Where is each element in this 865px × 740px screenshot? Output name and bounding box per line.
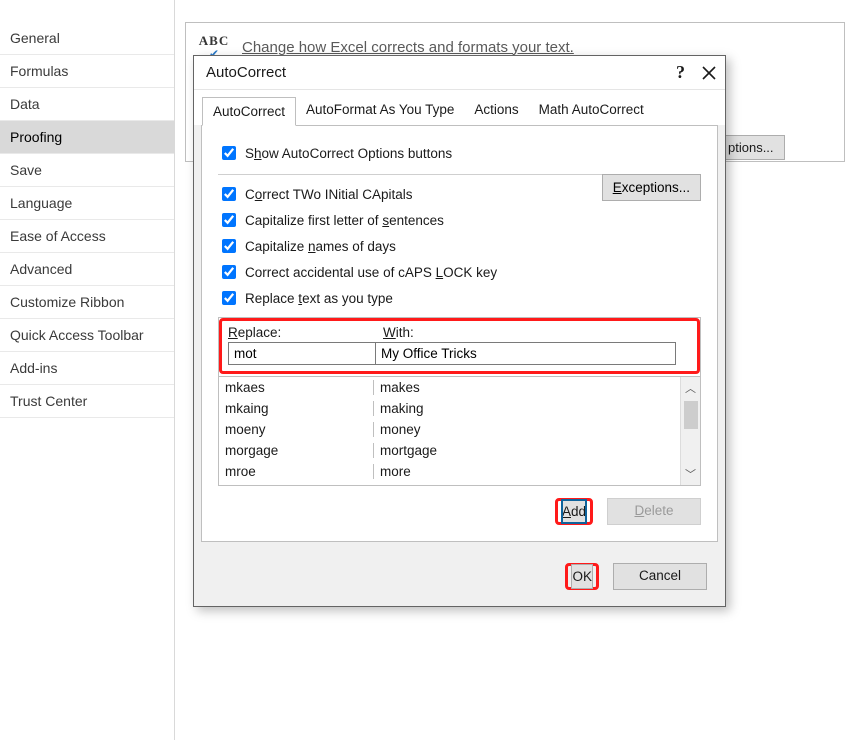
sidebar-item-formulas[interactable]: Formulas xyxy=(0,55,174,88)
autocorrect-dialog: AutoCorrect ? AutoCorrect AutoFormat As … xyxy=(193,55,726,607)
sidebar-item-add-ins[interactable]: Add-ins xyxy=(0,352,174,385)
replace-input[interactable] xyxy=(228,342,376,365)
sidebar-item-trust-center[interactable]: Trust Center xyxy=(0,385,174,418)
dialog-titlebar: AutoCorrect ? xyxy=(194,56,725,89)
list-rows[interactable]: mkaesmakes mkaingmaking moenymoney morga… xyxy=(219,377,680,485)
checkbox-two-initial-caps-label: Correct TWo INitial CApitals xyxy=(245,187,413,202)
sidebar-item-data[interactable]: Data xyxy=(0,88,174,121)
highlight-ok-button: OK xyxy=(565,563,599,590)
checkbox-cap-days-input[interactable] xyxy=(222,239,236,253)
titlebar-controls: ? xyxy=(676,62,717,83)
sidebar-item-ease-of-access[interactable]: Ease of Access xyxy=(0,220,174,253)
checkbox-cap-days[interactable]: Capitalize names of days xyxy=(218,233,701,259)
add-button[interactable]: Add xyxy=(561,499,587,524)
list-inner: mkaesmakes mkaingmaking moenymoney morga… xyxy=(219,377,700,485)
checkbox-replace-text[interactable]: Replace text as you type xyxy=(218,285,701,311)
panel-heading: Change how Excel corrects and formats yo… xyxy=(242,39,574,56)
scroll-down-icon[interactable]: ﹀ xyxy=(681,463,700,485)
close-icon[interactable] xyxy=(701,65,717,81)
highlight-add-button: Add xyxy=(555,498,593,525)
checkbox-replace-text-label: Replace text as you type xyxy=(245,291,393,306)
show-options-row: Show AutoCorrect Options buttons xyxy=(218,140,701,175)
sidebar-item-customize-ribbon[interactable]: Customize Ribbon xyxy=(0,286,174,319)
sidebar-item-save[interactable]: Save xyxy=(0,154,174,187)
add-delete-row: Add Delete xyxy=(218,486,701,527)
help-icon[interactable]: ? xyxy=(676,62,685,83)
list-item[interactable]: morgagemortgage xyxy=(219,440,680,461)
checkbox-two-initial-caps-input[interactable] xyxy=(222,187,236,201)
autocorrect-options-button-bg[interactable]: ptions... xyxy=(717,135,785,160)
sidebar-item-language[interactable]: Language xyxy=(0,187,174,220)
tab-panel-autocorrect: Show AutoCorrect Options buttons Excepti… xyxy=(201,125,718,542)
list-scrollbar[interactable]: ︿ ﹀ xyxy=(680,377,700,485)
cancel-button[interactable]: Cancel xyxy=(613,563,707,590)
checkbox-cap-sentence-input[interactable] xyxy=(222,213,236,227)
checkbox-caps-lock-input[interactable] xyxy=(222,265,236,279)
options-sidebar: General Formulas Data Proofing Save Lang… xyxy=(0,0,175,740)
with-label: With: xyxy=(383,325,414,340)
checkbox-show-options-input[interactable] xyxy=(222,146,236,160)
scroll-track[interactable] xyxy=(684,399,698,463)
scroll-up-icon[interactable]: ︿ xyxy=(681,377,700,399)
list-item[interactable]: moenymoney xyxy=(219,419,680,440)
highlight-replace-inputs: Replace: With: xyxy=(219,318,700,374)
delete-button: Delete xyxy=(607,498,701,525)
autocorrect-list: mkaesmakes mkaingmaking moenymoney morga… xyxy=(219,376,700,485)
checkbox-replace-text-input[interactable] xyxy=(222,291,236,305)
checkbox-cap-days-label: Capitalize names of days xyxy=(245,239,396,254)
ok-button[interactable]: OK xyxy=(571,564,593,589)
tab-actions[interactable]: Actions xyxy=(464,96,528,125)
exceptions-button[interactable]: Exceptions... xyxy=(602,174,701,201)
replace-labels-row: Replace: With: xyxy=(228,325,691,340)
sidebar-item-proofing[interactable]: Proofing xyxy=(0,121,174,154)
with-input[interactable] xyxy=(376,342,676,365)
bg-options-btn-label: ptions... xyxy=(728,140,774,155)
replace-label: Replace: xyxy=(228,325,383,340)
checkbox-cap-sentence-label: Capitalize first letter of sentences xyxy=(245,213,444,228)
sidebar-item-general[interactable]: General xyxy=(0,22,174,55)
dialog-footer: OK Cancel xyxy=(194,549,725,606)
replace-inputs-row xyxy=(228,342,691,365)
checkbox-caps-lock-label: Correct accidental use of cAPS LOCK key xyxy=(245,265,497,280)
checkbox-cap-sentence[interactable]: Capitalize first letter of sentences xyxy=(218,207,701,233)
tab-autocorrect[interactable]: AutoCorrect xyxy=(202,97,296,126)
sidebar-item-advanced[interactable]: Advanced xyxy=(0,253,174,286)
list-item[interactable]: mkaesmakes xyxy=(219,377,680,398)
tab-autoformat[interactable]: AutoFormat As You Type xyxy=(296,96,464,125)
list-item[interactable]: mkaingmaking xyxy=(219,398,680,419)
sidebar-item-quick-access-toolbar[interactable]: Quick Access Toolbar xyxy=(0,319,174,352)
checkbox-show-options[interactable]: Show AutoCorrect Options buttons xyxy=(218,140,701,166)
checkbox-show-options-label: Show AutoCorrect Options buttons xyxy=(245,146,452,161)
replace-block: Replace: With: mkaesmakes mkaingmaking m… xyxy=(218,317,701,486)
list-item[interactable]: mroemore xyxy=(219,461,680,482)
checkbox-caps-lock[interactable]: Correct accidental use of cAPS LOCK key xyxy=(218,259,701,285)
scroll-thumb[interactable] xyxy=(684,401,698,429)
dialog-title: AutoCorrect xyxy=(206,64,286,81)
tabstrip: AutoCorrect AutoFormat As You Type Actio… xyxy=(194,89,725,125)
tab-math-autocorrect[interactable]: Math AutoCorrect xyxy=(529,96,654,125)
